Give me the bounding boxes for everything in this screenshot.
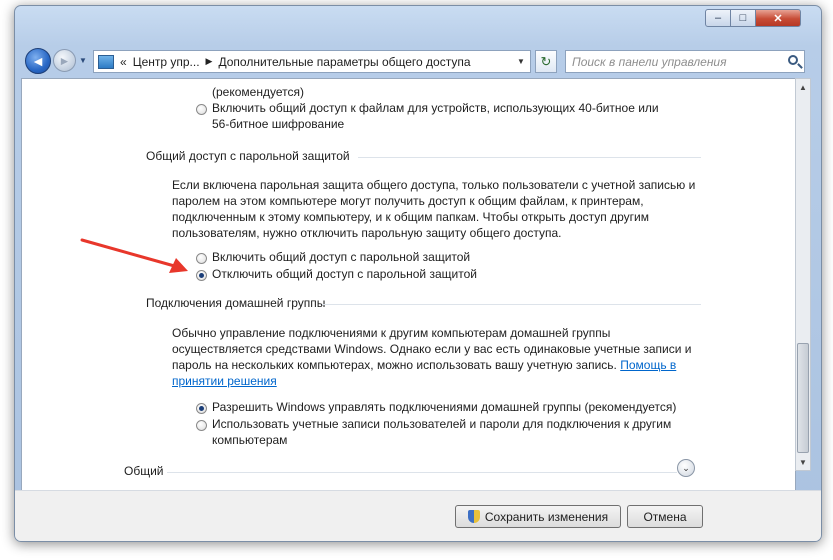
password-description-line3: подключенным к этому компьютеру, и к общ… [172, 210, 649, 224]
section-divider [167, 472, 677, 473]
section-divider [358, 157, 701, 158]
option-40-56-label-line1[interactable]: Включить общий доступ к файлам для устро… [212, 101, 659, 116]
search-input[interactable] [572, 53, 772, 70]
control-panel-icon [98, 54, 114, 69]
homegroup-description-line3: пароль на нескольких компьютерах, можно … [172, 358, 676, 373]
scrollbar-thumb[interactable] [797, 343, 809, 453]
dialog-footer: Сохранить изменения Отмена [15, 490, 821, 541]
vertical-scrollbar[interactable]: ▲ ▼ [795, 78, 811, 471]
enable-password-protection-label[interactable]: Включить общий доступ с парольной защито… [212, 250, 470, 265]
back-button[interactable]: ◄ [25, 48, 51, 74]
recent-pages-dropdown[interactable]: ▼ [79, 56, 87, 65]
control-panel-window: – □ ✕ ◄ ► ▼ « Центр упр... ▶ Дополнитель… [14, 5, 822, 542]
general-section-title[interactable]: Общий [124, 464, 164, 478]
back-arrow-icon: ◄ [31, 53, 45, 69]
homegroup-section-title: Подключения домашней группы [146, 296, 326, 310]
uac-shield-icon [467, 510, 480, 523]
breadcrumb-advanced-sharing[interactable]: Дополнительные параметры общего доступа [218, 55, 470, 69]
refresh-button[interactable]: ↻ [535, 50, 557, 73]
windows-manage-homegroup-label[interactable]: Разрешить Windows управлять подключениям… [212, 400, 676, 415]
search-box[interactable] [565, 50, 805, 73]
maximize-button[interactable]: □ [730, 9, 756, 27]
cancel-label: Отмена [643, 509, 687, 524]
use-user-accounts-label-line2[interactable]: компьютерам [212, 433, 287, 448]
help-link[interactable]: Помощь в [620, 358, 676, 372]
scroll-down-icon[interactable]: ▼ [796, 454, 810, 470]
password-description-line4: пользователям, нужно отключить парольную… [172, 226, 562, 240]
homegroup-description-line1: Обычно управление подключениями к другим… [172, 326, 611, 340]
use-user-accounts-label-line1[interactable]: Использовать учетные записи пользователе… [212, 417, 671, 432]
radio-windows-manage-homegroup[interactable] [196, 403, 207, 414]
search-icon[interactable] [788, 55, 798, 65]
minimize-button[interactable]: – [705, 9, 731, 27]
address-overflow-chevron[interactable]: « [120, 55, 127, 69]
forward-arrow-icon: ► [58, 53, 71, 68]
password-description-line1: Если включена парольная защита общего до… [172, 178, 696, 192]
password-description-line2: паролем на этом компьютере могут получит… [172, 194, 644, 208]
help-link-line2[interactable]: принятии решения [172, 374, 277, 389]
scroll-up-icon[interactable]: ▲ [796, 79, 810, 95]
recommended-tail-text: (рекомендуется) [212, 85, 304, 99]
section-divider [322, 304, 701, 305]
homegroup-description-line2: осуществляется средствами Windows. Однак… [172, 342, 692, 356]
breadcrumb-separator-icon[interactable]: ▶ [206, 56, 213, 67]
homegroup-description-line3-text: пароль на нескольких компьютерах, можно … [172, 358, 617, 372]
address-dropdown-icon[interactable]: ▼ [512, 51, 530, 72]
refresh-icon: ↻ [540, 53, 552, 69]
expand-chevron-icon[interactable]: ⌄ [677, 459, 695, 477]
radio-40-56-bit-encryption[interactable] [196, 104, 207, 115]
address-bar[interactable]: « Центр упр... ▶ Дополнительные параметр… [93, 50, 531, 73]
save-changes-label: Сохранить изменения [484, 509, 609, 524]
save-changes-button[interactable]: Сохранить изменения [455, 505, 621, 528]
radio-use-user-accounts[interactable] [196, 420, 207, 431]
forward-button[interactable]: ► [53, 49, 76, 72]
help-link-continued[interactable]: принятии решения [172, 374, 277, 388]
close-button[interactable]: ✕ [755, 9, 801, 27]
breadcrumb-control-panel[interactable]: Центр упр... [133, 55, 200, 69]
disable-password-protection-label[interactable]: Отключить общий доступ с парольной защит… [212, 267, 477, 282]
annotation-arrow-icon [80, 238, 188, 273]
cancel-button[interactable]: Отмена [627, 505, 703, 528]
password-section-title: Общий доступ с парольной защитой [146, 149, 350, 163]
option-40-56-label-line2[interactable]: 56-битное шифрование [212, 117, 344, 132]
